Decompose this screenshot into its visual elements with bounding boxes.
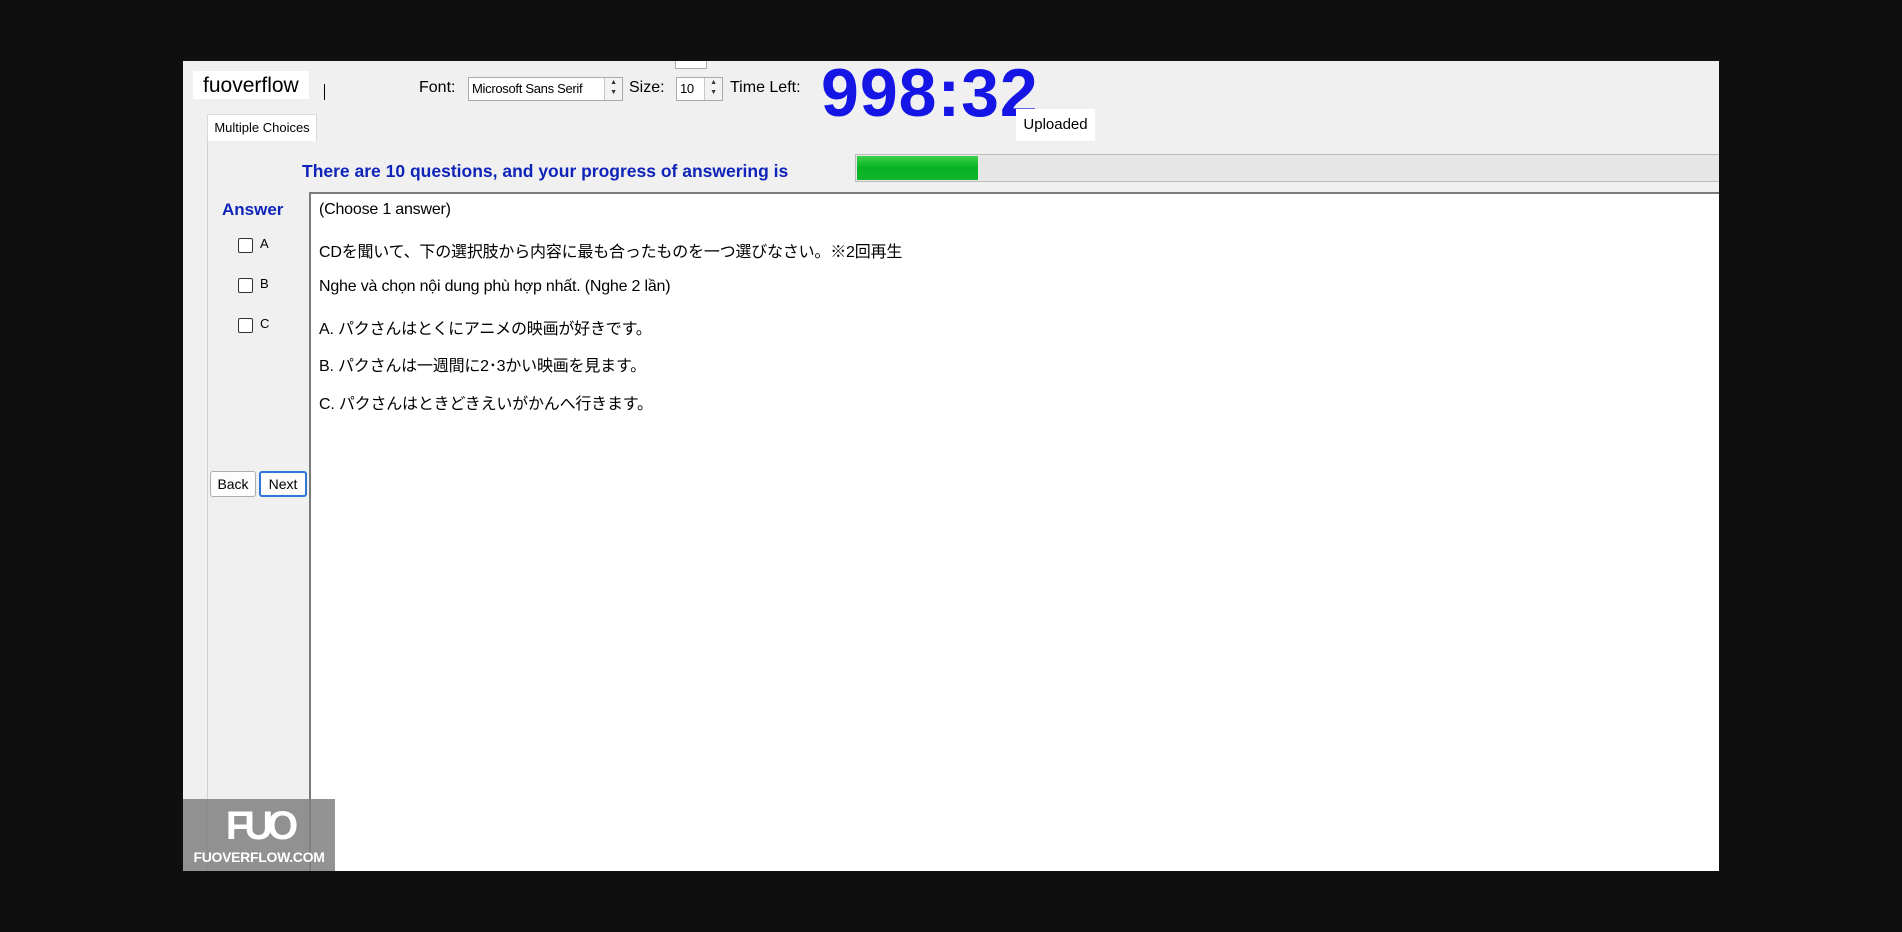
watermark-site: FUOVERFLOW.COM <box>193 849 325 865</box>
question-text-japanese: CDを聞いて、下の選択肢から内容に最も合ったものを一つ選びなさい。※2回再生 <box>319 244 903 261</box>
brand-label: fuoverflow <box>193 71 309 99</box>
progress-label: There are 10 questions, and your progres… <box>302 161 789 181</box>
partial-control-top <box>675 61 707 69</box>
answer-option-a[interactable]: A <box>238 235 298 255</box>
back-button[interactable]: Back <box>210 471 256 497</box>
checkbox-c[interactable] <box>238 318 253 333</box>
choice-c-text: C. パクさんはときどきえいがかんへ行きます。 <box>319 396 653 413</box>
countdown-timer: 998:32 <box>821 61 1039 131</box>
upload-status-label: Uploaded <box>1016 109 1095 141</box>
checkbox-a[interactable] <box>238 238 253 253</box>
progress-bar-fill <box>857 156 978 180</box>
time-left-label: Time Left: <box>730 79 801 96</box>
next-button[interactable]: Next <box>259 471 307 497</box>
question-content: (Choose 1 answer) CDを聞いて、下の選択肢から内容に最も合った… <box>309 192 1719 871</box>
question-instruction: (Choose 1 answer) <box>319 201 451 218</box>
answer-option-c[interactable]: C <box>238 315 298 335</box>
answer-heading: Answer <box>222 200 284 219</box>
size-spinner-arrows-icon[interactable]: ▲ ▼ <box>704 78 722 100</box>
font-label: Font: <box>419 79 456 96</box>
answer-option-c-label: C <box>260 316 270 331</box>
text-cursor <box>324 84 325 100</box>
answer-option-b-label: B <box>260 276 269 291</box>
answer-option-a-label: A <box>260 236 269 251</box>
size-label: Size: <box>629 79 665 96</box>
size-stepper-value: 10 <box>680 81 694 96</box>
answer-option-b[interactable]: B <box>238 275 298 295</box>
choice-b-text: B. パクさんは一週間に2･3かい映画を見ます。 <box>319 358 646 375</box>
font-spinner-arrows-icon[interactable]: ▲ ▼ <box>604 78 622 100</box>
progress-bar <box>855 154 1719 182</box>
exam-window: fuoverflow Font: Microsoft Sans Serif ▲ ▼… <box>183 61 1719 871</box>
watermark-logo: FUO FUOVERFLOW.COM <box>183 799 335 871</box>
tab-multiple-choices[interactable]: Multiple Choices <box>207 114 317 141</box>
watermark-logo-mark: FUO <box>225 804 298 848</box>
font-select[interactable]: Microsoft Sans Serif ▲ ▼ <box>468 77 623 101</box>
font-select-value: Microsoft Sans Serif <box>472 81 583 96</box>
size-stepper[interactable]: 10 ▲ ▼ <box>676 77 723 101</box>
choice-a-text: A. パクさんはとくにアニメの映画が好きです。 <box>319 321 652 338</box>
checkbox-b[interactable] <box>238 278 253 293</box>
question-text-vietnamese: Nghe và chọn nội dung phù hợp nhất. (Ngh… <box>319 278 671 295</box>
